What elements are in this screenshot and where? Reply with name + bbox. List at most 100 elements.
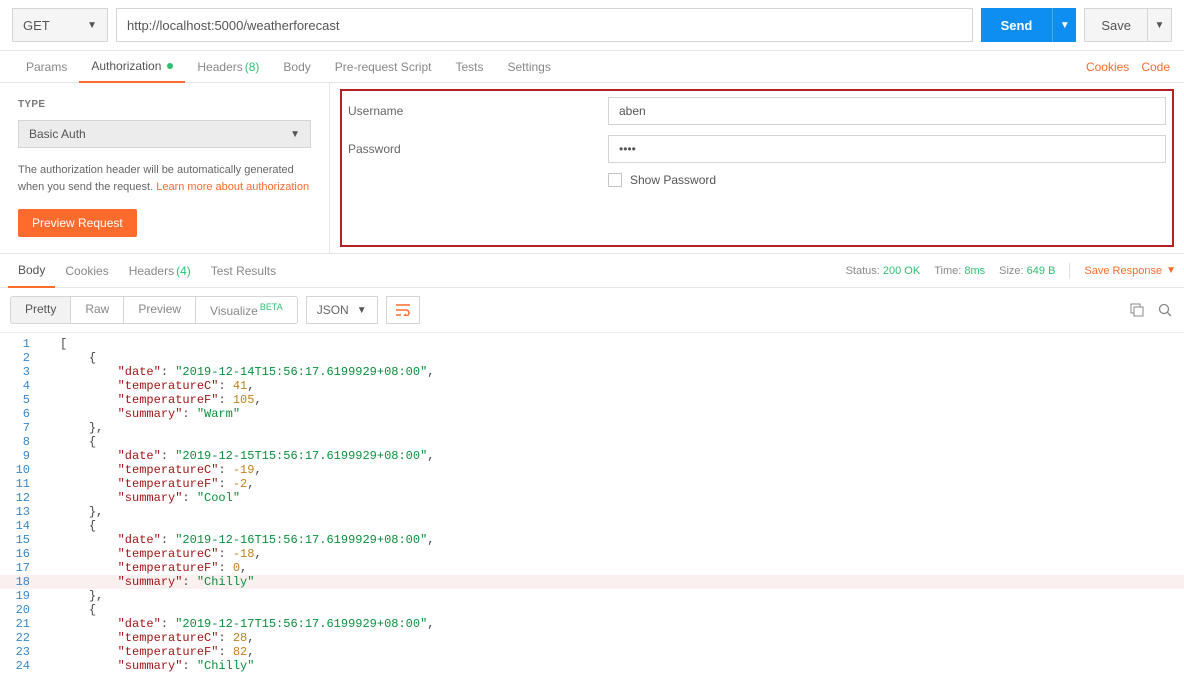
chevron-down-icon: ▼ [290,129,300,140]
tab-headers[interactable]: Headers (8) [185,51,271,83]
size-label: Size: [999,265,1023,277]
tab-settings[interactable]: Settings [496,51,563,83]
response-meta: Status: 200 OK Time: 8ms Size: 649 B Sav… [846,263,1176,279]
code-line[interactable]: 15 "date": "2019-12-16T15:56:17.6199929+… [0,533,1184,547]
code-link[interactable]: Code [1141,60,1170,74]
code-line[interactable]: 16 "temperatureC": -18, [0,547,1184,561]
status-dot-icon [167,63,173,69]
line-number: 19 [0,589,42,603]
line-number: 9 [0,449,42,463]
format-select[interactable]: JSON ▼ [306,296,378,324]
preview-request-button[interactable]: Preview Request [18,209,137,237]
code-line[interactable]: 24 "summary": "Chilly" [0,659,1184,673]
type-heading: TYPE [18,99,311,110]
auth-help-link[interactable]: Learn more about authorization [156,181,309,193]
resp-tab-test-results[interactable]: Test Results [201,254,286,288]
search-icon [1158,303,1172,317]
chevron-down-icon: ▼ [1155,20,1165,31]
code-line[interactable]: 9 "date": "2019-12-15T15:56:17.6199929+0… [0,449,1184,463]
tab-authorization[interactable]: Authorization [79,51,185,83]
code-line[interactable]: 1[ [0,337,1184,351]
password-input[interactable] [608,135,1166,163]
size-value: 649 B [1027,265,1056,277]
code-text: }, [56,421,103,435]
code-line[interactable]: 2 { [0,351,1184,365]
copy-button[interactable] [1128,301,1146,319]
code-line[interactable]: 5 "temperatureF": 105, [0,393,1184,407]
code-line[interactable]: 7 }, [0,421,1184,435]
code-line[interactable]: 20 { [0,603,1184,617]
code-line[interactable]: 18 "summary": "Chilly" [0,575,1184,589]
code-text: "summary": "Cool" [56,491,240,505]
code-text: }, [56,589,103,603]
tab-tests[interactable]: Tests [443,51,495,83]
line-number: 24 [0,659,42,673]
time-label: Time: [934,265,961,277]
code-line[interactable]: 17 "temperatureF": 0, [0,561,1184,575]
line-number: 5 [0,393,42,407]
code-text: "temperatureF": 105, [56,393,262,407]
send-button[interactable]: Send [981,8,1053,42]
code-line[interactable]: 8 { [0,435,1184,449]
code-line[interactable]: 4 "temperatureC": 41, [0,379,1184,393]
line-number: 13 [0,505,42,519]
search-button[interactable] [1156,301,1174,319]
code-text: "temperatureC": 41, [56,379,254,393]
code-text: "summary": "Chilly" [56,659,254,673]
url-input[interactable] [116,8,973,42]
format-value: JSON [317,303,349,317]
tab-prerequest[interactable]: Pre-request Script [323,51,444,83]
tab-params[interactable]: Params [14,51,79,83]
code-line[interactable]: 12 "summary": "Cool" [0,491,1184,505]
line-number: 16 [0,547,42,561]
auth-help-text: The authorization header will be automat… [18,162,311,195]
code-text: "summary": "Chilly" [56,575,254,589]
code-text: "temperatureC": 28, [56,631,254,645]
tab-headers-label: Headers [197,60,242,74]
view-pretty[interactable]: Pretty [11,297,71,323]
code-line[interactable]: 6 "summary": "Warm" [0,407,1184,421]
code-line[interactable]: 19 }, [0,589,1184,603]
response-body[interactable]: 1[2 {3 "date": "2019-12-14T15:56:17.6199… [0,333,1184,677]
view-visualize-label: Visualize [210,304,258,318]
view-raw[interactable]: Raw [71,297,124,323]
code-line[interactable]: 21 "date": "2019-12-17T15:56:17.6199929+… [0,617,1184,631]
save-button[interactable]: Save [1084,8,1148,42]
cookies-link[interactable]: Cookies [1086,60,1129,74]
show-password-checkbox[interactable] [608,173,622,187]
save-response-button[interactable]: Save Response ▼ [1084,265,1176,277]
username-input[interactable] [608,97,1166,125]
code-text: "date": "2019-12-15T15:56:17.6199929+08:… [56,449,434,463]
code-text: "summary": "Warm" [56,407,240,421]
auth-type-select[interactable]: Basic Auth ▼ [18,120,311,148]
code-text: { [56,435,96,449]
resp-tab-body[interactable]: Body [8,254,55,288]
resp-tab-cookies[interactable]: Cookies [55,254,118,288]
auth-section: TYPE Basic Auth ▼ The authorization head… [0,83,1184,254]
http-method-select[interactable]: GET ▼ [12,8,108,42]
view-visualize[interactable]: VisualizeBETA [196,297,297,323]
save-dropdown[interactable]: ▼ [1148,8,1172,42]
code-line[interactable]: 14 { [0,519,1184,533]
code-text: { [56,351,96,365]
wrap-lines-button[interactable] [386,296,420,324]
code-line[interactable]: 10 "temperatureC": -19, [0,463,1184,477]
line-number: 12 [0,491,42,505]
line-number: 15 [0,533,42,547]
code-line[interactable]: 23 "temperatureF": 82, [0,645,1184,659]
line-number: 14 [0,519,42,533]
response-tabs: Body Cookies Headers (4) Test Results St… [0,254,1184,288]
code-line[interactable]: 22 "temperatureC": 28, [0,631,1184,645]
line-number: 2 [0,351,42,365]
show-password-label: Show Password [630,173,716,187]
code-line[interactable]: 13 }, [0,505,1184,519]
copy-icon [1130,303,1144,317]
code-line[interactable]: 3 "date": "2019-12-14T15:56:17.6199929+0… [0,365,1184,379]
status-label: Status: [846,265,880,277]
send-dropdown[interactable]: ▼ [1052,8,1076,42]
view-preview[interactable]: Preview [124,297,196,323]
resp-tab-headers[interactable]: Headers (4) [119,254,201,288]
tab-body[interactable]: Body [271,51,322,83]
code-line[interactable]: 11 "temperatureF": -2, [0,477,1184,491]
line-number: 21 [0,617,42,631]
